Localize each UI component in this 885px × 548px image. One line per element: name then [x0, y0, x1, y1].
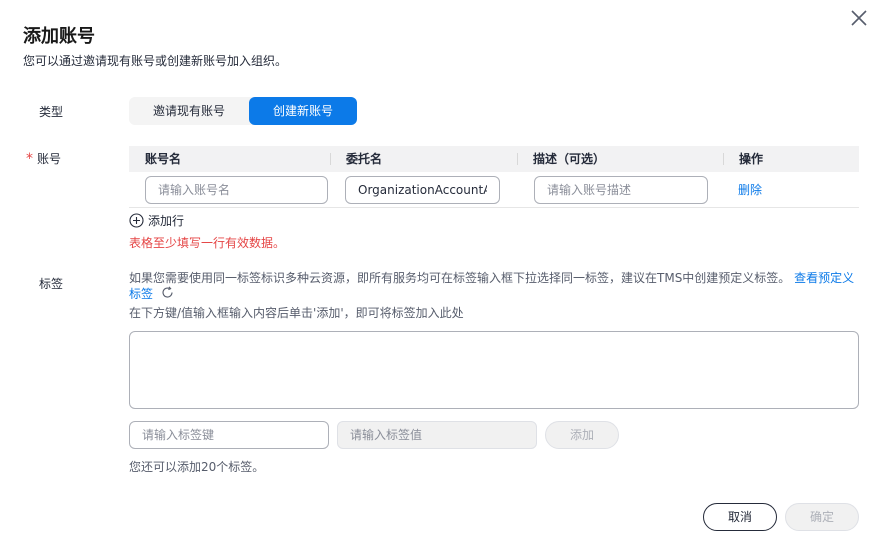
add-circle-icon — [129, 213, 144, 228]
account-label: 账号 — [37, 152, 62, 166]
tag-label: 标签 — [39, 277, 64, 291]
type-label: 类型 — [39, 105, 64, 119]
add-row-button[interactable]: 添加行 — [129, 212, 184, 229]
agency-name-input[interactable] — [345, 175, 500, 204]
table-row: 删除 — [129, 172, 859, 208]
table-header: 账号名 委托名 描述（可选） 操作 — [129, 146, 859, 172]
delete-row-link[interactable]: 删除 — [738, 181, 762, 198]
tag-value-input[interactable] — [337, 421, 537, 449]
tag-hint-text: 如果您需要使用同一标签标识多种云资源，即所有服务均可在标签输入框下拉选择同一标签… — [129, 271, 791, 285]
confirm-button[interactable]: 确定 — [785, 503, 859, 531]
tag-key-input[interactable] — [129, 421, 329, 449]
dialog-title: 添加账号 — [23, 26, 95, 47]
column-header-agency: 委托名 — [330, 146, 517, 172]
close-icon[interactable] — [849, 8, 869, 28]
type-segmented-control: 邀请现有账号 创建新账号 — [129, 97, 358, 125]
column-header-description: 描述（可选） — [517, 146, 723, 172]
account-name-input[interactable] — [145, 175, 328, 204]
type-option-invite[interactable]: 邀请现有账号 — [129, 97, 249, 125]
add-row-label: 添加行 — [148, 214, 185, 228]
account-table: 账号名 委托名 描述（可选） 操作 删除 — [129, 146, 859, 208]
tag-list-area — [129, 331, 859, 409]
refresh-icon[interactable] — [161, 286, 174, 303]
account-label-wrap: * 账号 — [26, 150, 61, 167]
tag-hint: 如果您需要使用同一标签标识多种云资源，即所有服务均可在标签输入框下拉选择同一标签… — [129, 270, 859, 303]
tag-remaining-count: 您还可以添加20个标签。 — [129, 460, 265, 474]
column-header-name: 账号名 — [145, 152, 182, 166]
table-error-message: 表格至少填写一行有效数据。 — [129, 236, 286, 250]
cancel-button[interactable]: 取消 — [703, 503, 777, 531]
column-header-action: 操作 — [723, 146, 859, 172]
type-option-create[interactable]: 创建新账号 — [249, 97, 358, 125]
required-marker: * — [26, 151, 33, 167]
dialog-subtitle: 您可以通过邀请现有账号或创建新账号加入组织。 — [23, 54, 288, 68]
account-description-input[interactable] — [534, 175, 708, 204]
add-account-dialog: 添加账号 您可以通过邀请现有账号或创建新账号加入组织。 类型 邀请现有账号 创建… — [0, 0, 885, 548]
add-tag-button[interactable]: 添加 — [545, 421, 619, 449]
tag-hint-secondary: 在下方键/值输入框输入内容后单击'添加'，即可将标签加入此处 — [129, 306, 464, 320]
